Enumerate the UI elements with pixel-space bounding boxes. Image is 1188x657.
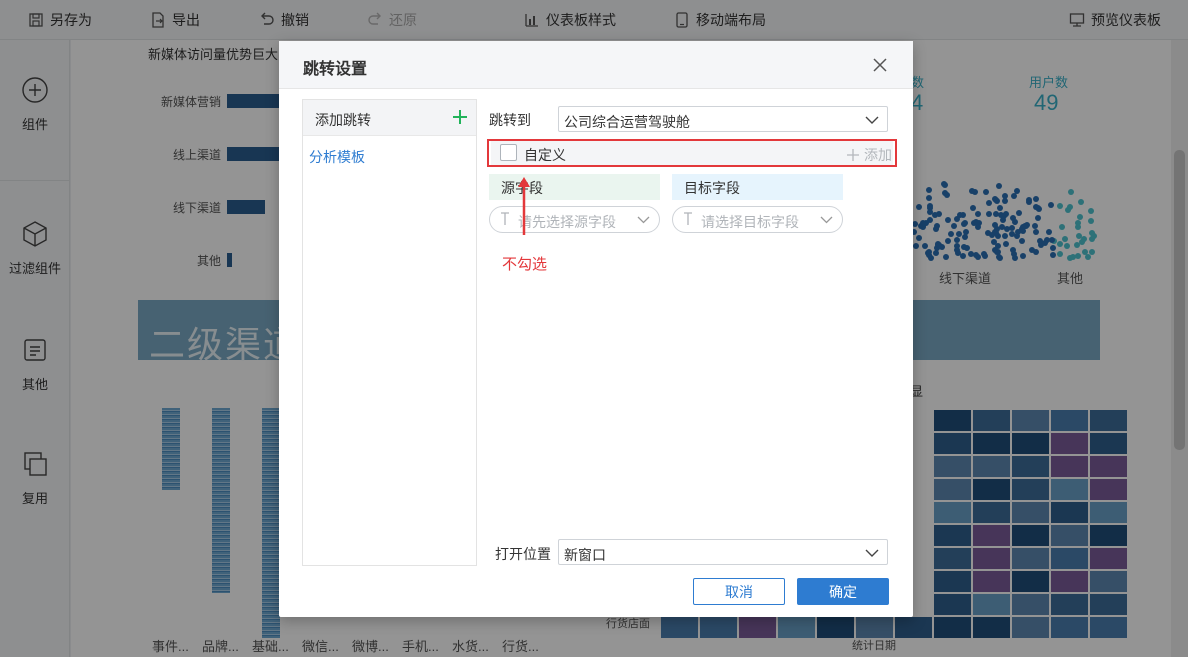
jump-to-label: 跳转到 [489, 112, 531, 128]
open-position-select[interactable]: 新窗口 [558, 539, 888, 565]
jump-to-select[interactable]: 公司综合运营驾驶舱 [558, 106, 888, 132]
jump-list-header: 添加跳转 [303, 100, 476, 136]
add-jump-label: 添加跳转 [315, 112, 371, 128]
custom-checkbox[interactable] [500, 144, 517, 161]
jump-list-panel: 添加跳转 分析模板 [302, 99, 477, 566]
custom-add-label: 添加 [864, 147, 892, 163]
custom-row: 自定义 添加 [491, 141, 893, 165]
target-field-placeholder: 请选择目标字段 [701, 214, 799, 230]
target-field-select[interactable]: 请选择目标字段 [672, 206, 843, 233]
chevron-down-icon [865, 116, 879, 124]
open-position-label: 打开位置 [495, 546, 551, 562]
target-field-header: 目标字段 [672, 174, 843, 200]
jump-settings-dialog: 跳转设置 添加跳转 分析模板 跳转到 公司综合运营驾驶舱 自定义 添加 源字段 … [279, 41, 913, 617]
ok-button[interactable]: 确定 [797, 578, 889, 605]
chevron-down-icon [865, 549, 879, 557]
custom-highlight-box: 自定义 添加 [487, 139, 897, 167]
text-type-icon [684, 212, 692, 225]
custom-label: 自定义 [524, 147, 566, 163]
dialog-header: 跳转设置 [279, 41, 913, 89]
annotation-arrow-icon [518, 177, 530, 235]
custom-add-button[interactable]: 添加 [847, 145, 892, 165]
dialog-title: 跳转设置 [303, 61, 368, 78]
jump-to-value: 公司综合运营驾驶舱 [564, 114, 690, 130]
text-type-icon [501, 212, 509, 225]
source-field-placeholder: 请先选择源字段 [518, 214, 616, 230]
source-field-header: 源字段 [489, 174, 660, 200]
jump-item-analysis-template[interactable]: 分析模板 [309, 147, 365, 167]
chevron-down-icon [820, 216, 833, 224]
annotation-text: 不勾选 [502, 256, 548, 273]
plus-icon [847, 149, 859, 161]
open-position-value: 新窗口 [564, 547, 606, 563]
source-field-select[interactable]: 请先选择源字段 [489, 206, 660, 233]
add-jump-plus-icon[interactable] [451, 108, 469, 126]
cancel-button[interactable]: 取消 [693, 578, 785, 605]
close-icon[interactable] [870, 55, 890, 75]
chevron-down-icon [637, 216, 650, 224]
